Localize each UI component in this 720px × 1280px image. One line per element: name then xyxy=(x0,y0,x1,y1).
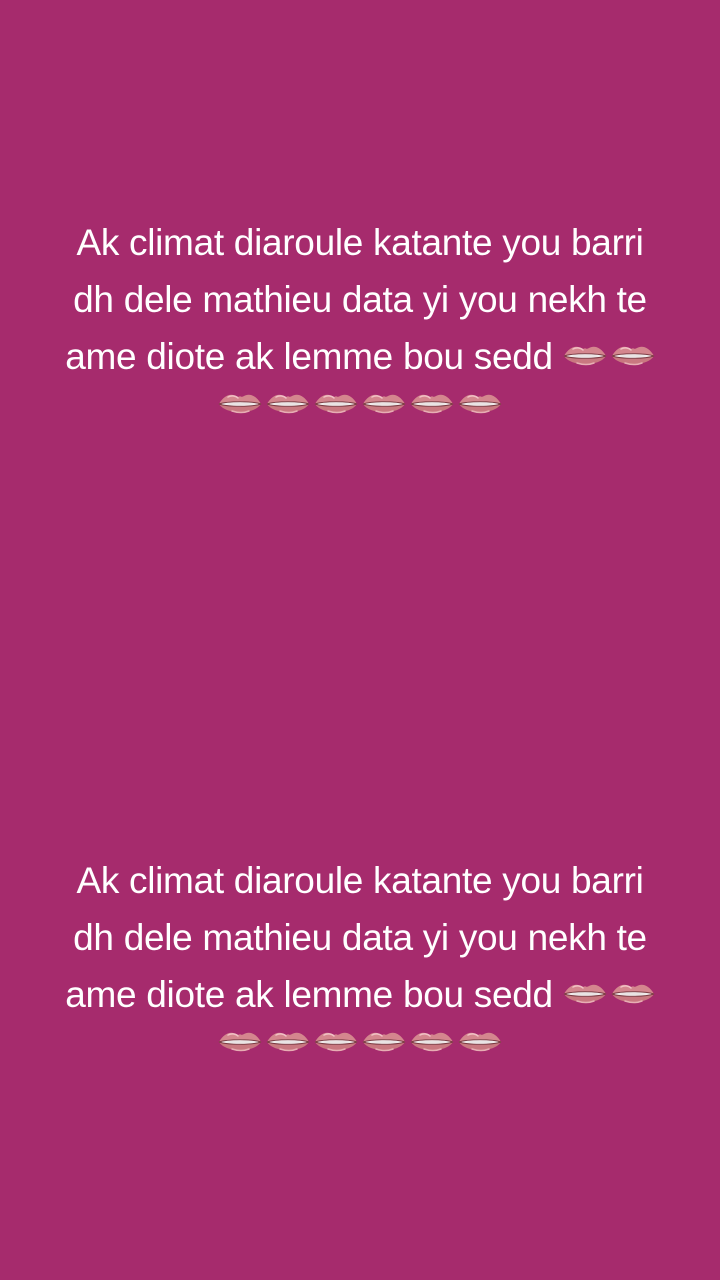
lips-inline-group xyxy=(563,343,655,369)
status-line-3: ame diote ak lemme bou sedd xyxy=(65,336,553,377)
status-line-1: Ak climat diaroule katante you barri xyxy=(76,222,644,263)
lips-icon xyxy=(218,391,262,417)
status-text-top: Ak climat diaroule katante you barri dh … xyxy=(0,214,720,417)
lips-icon xyxy=(410,391,454,417)
lips-icon xyxy=(458,391,502,417)
status-line-2: dh dele mathieu data yi you nekh te xyxy=(73,917,647,958)
lips-icon xyxy=(563,343,607,369)
lips-icon xyxy=(611,343,655,369)
lips-icon xyxy=(218,1029,262,1055)
lips-icon xyxy=(266,391,310,417)
status-line-2: dh dele mathieu data yi you nekh te xyxy=(73,279,647,320)
lips-icon xyxy=(458,1029,502,1055)
lips-icon xyxy=(314,391,358,417)
status-screen: { "background_color": "#a62b6d", "text_c… xyxy=(0,0,720,1280)
lips-icon xyxy=(611,981,655,1007)
status-line-3: ame diote ak lemme bou sedd xyxy=(65,974,553,1015)
lips-icon xyxy=(362,391,406,417)
lips-icon xyxy=(563,981,607,1007)
lips-icon xyxy=(410,1029,454,1055)
lips-icon xyxy=(266,1029,310,1055)
lips-icon xyxy=(314,1029,358,1055)
lips-icon xyxy=(362,1029,406,1055)
lips-row xyxy=(0,1029,720,1055)
status-line-3-wrap: ame diote ak lemme bou sedd xyxy=(0,966,720,1023)
lips-row xyxy=(0,391,720,417)
status-line-3-wrap: ame diote ak lemme bou sedd xyxy=(0,328,720,385)
status-text-bottom: Ak climat diaroule katante you barri dh … xyxy=(0,852,720,1055)
status-line-1: Ak climat diaroule katante you barri xyxy=(76,860,644,901)
lips-inline-group xyxy=(563,981,655,1007)
